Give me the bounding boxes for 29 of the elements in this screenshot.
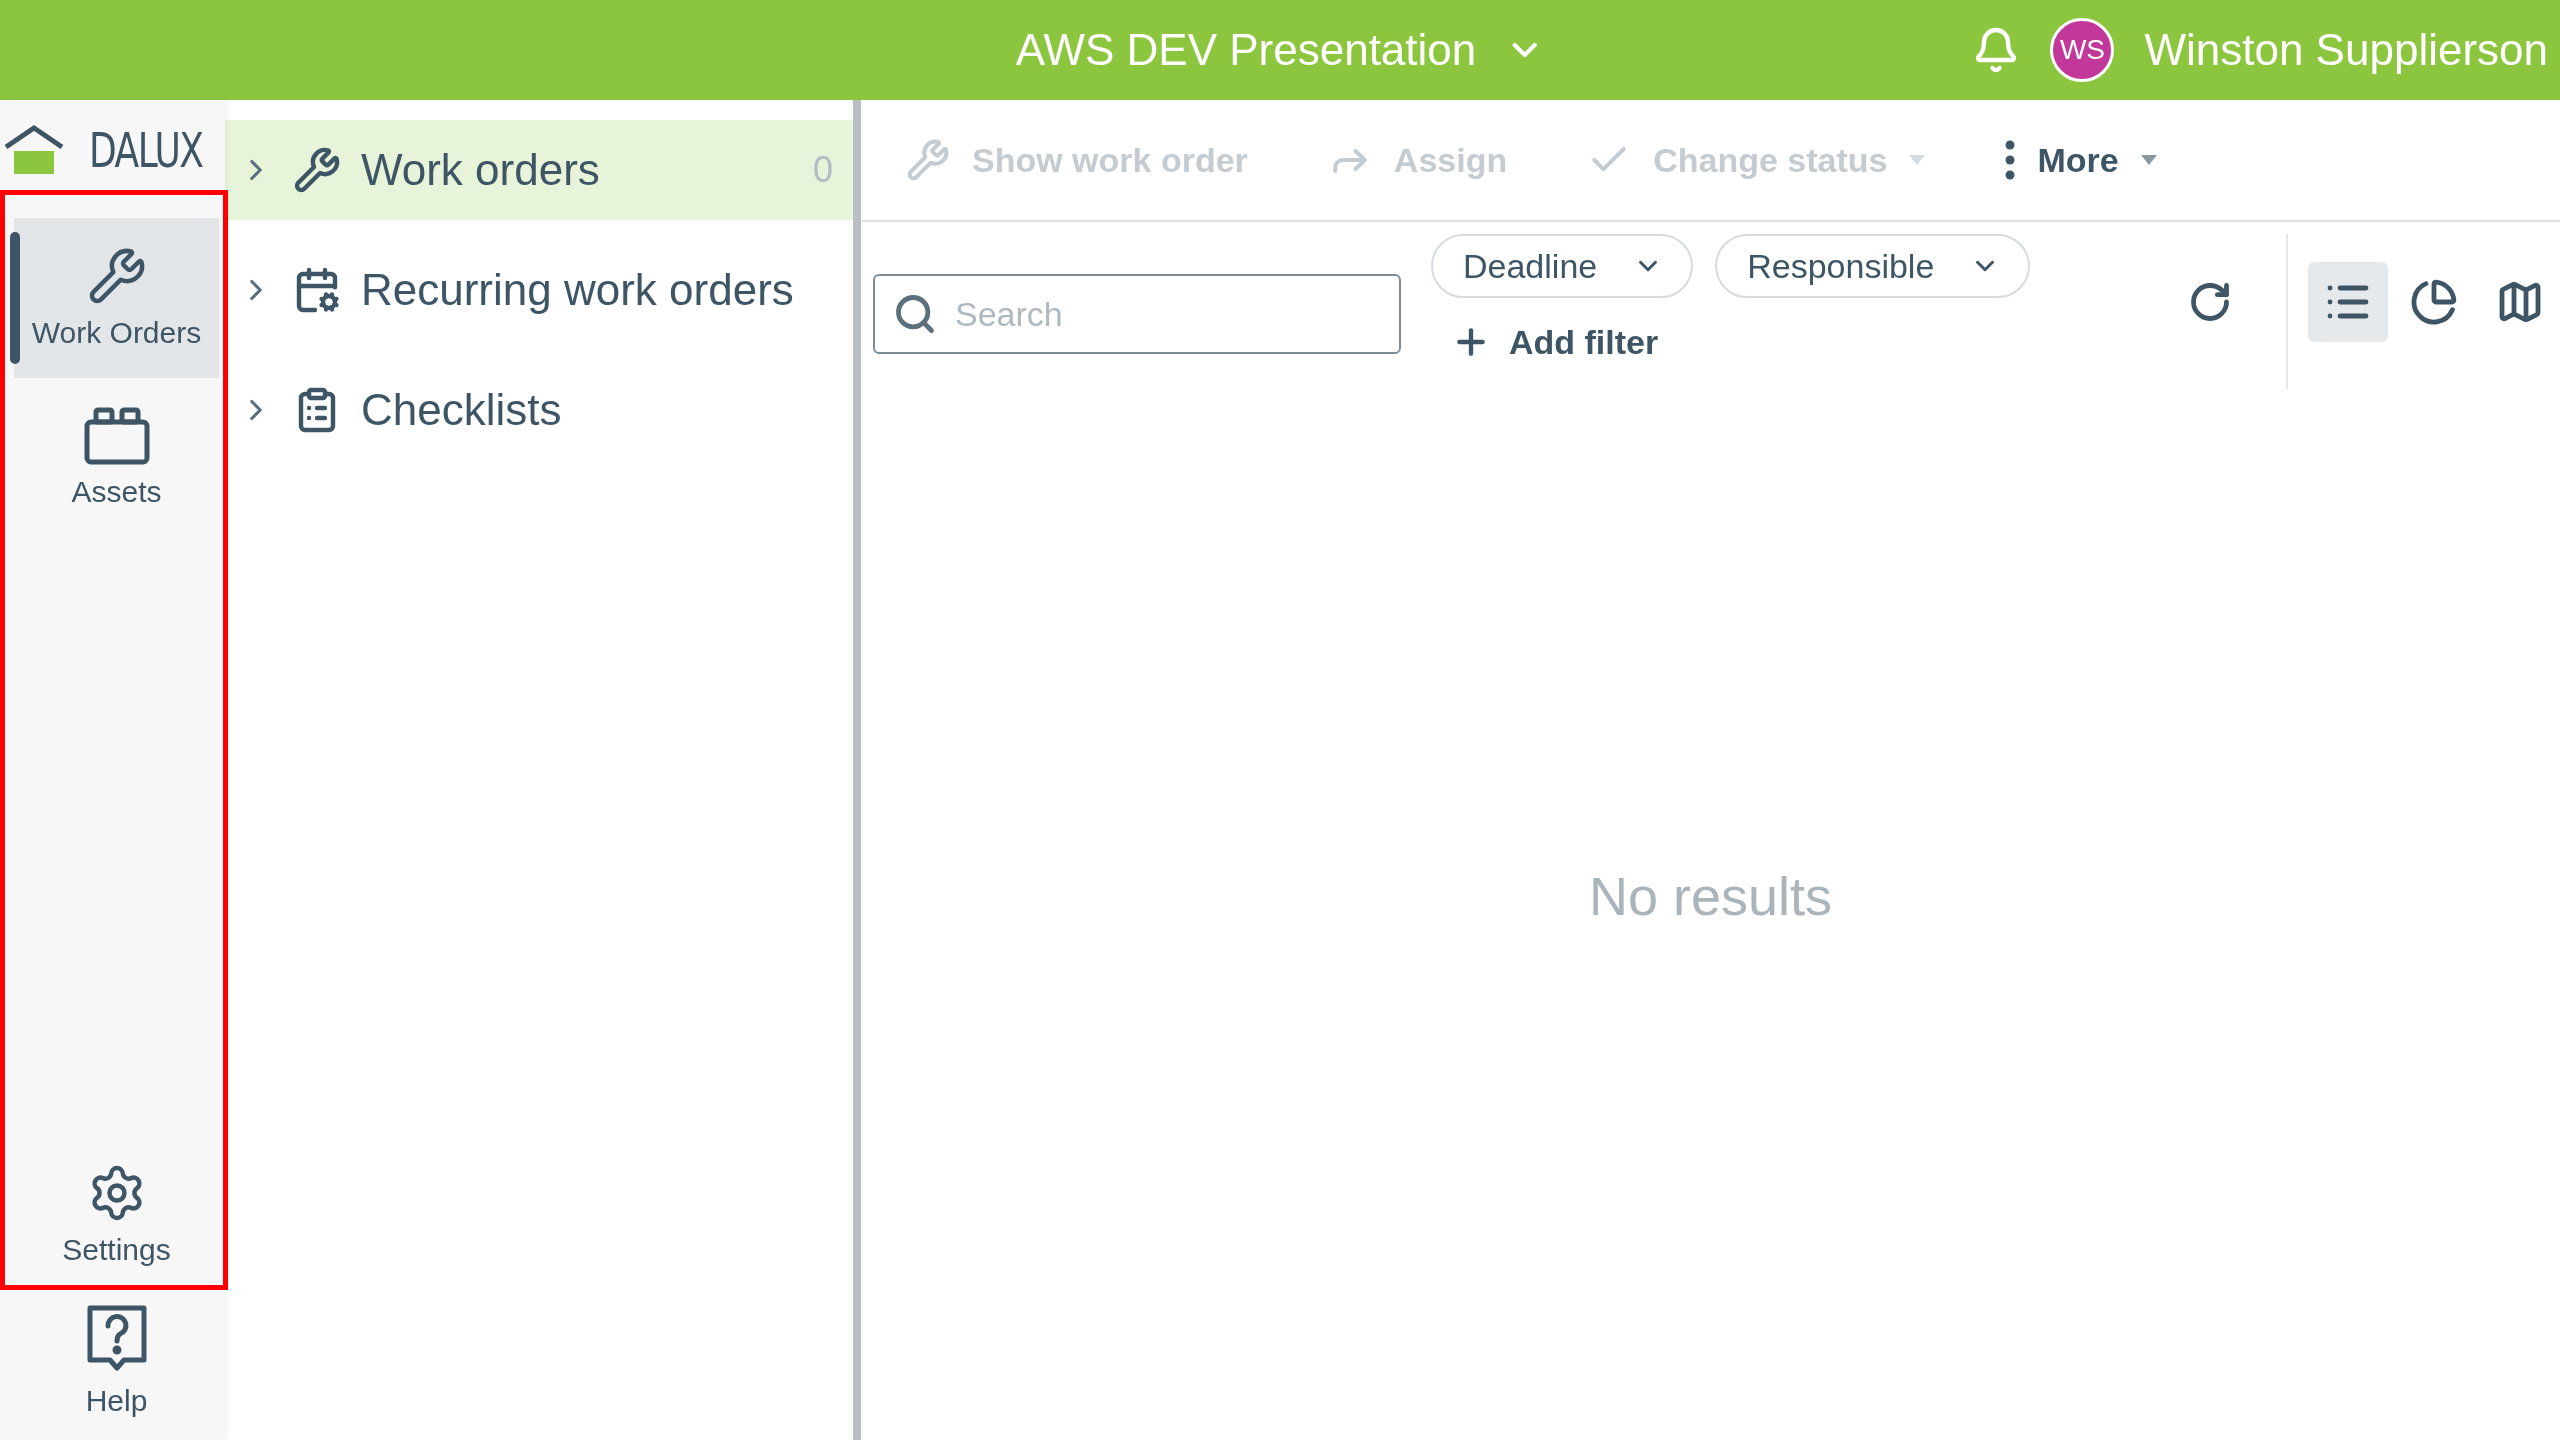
rail-item[interactable]: Help xyxy=(14,1288,219,1434)
nav-label: Checklists xyxy=(361,385,562,435)
filter-dropdown[interactable]: Responsible xyxy=(1715,234,2031,298)
filter-dropdown[interactable]: Deadline xyxy=(1431,234,1694,298)
nav-item[interactable]: Checklists xyxy=(225,360,853,460)
nav-label: Recurring work orders xyxy=(361,265,794,315)
view-toggle[interactable] xyxy=(2308,262,2388,342)
help-icon xyxy=(85,1304,148,1374)
rail-item[interactable]: Assets xyxy=(14,378,219,538)
wrench-icon xyxy=(293,146,341,194)
item-count: 0 xyxy=(812,149,833,191)
logo-text: DALUX xyxy=(88,122,203,178)
refresh-icon xyxy=(2188,280,2232,324)
nav-item[interactable]: Work orders 0 xyxy=(225,120,853,220)
empty-message: No results xyxy=(1588,865,1833,927)
user-name: Winston Supplierson xyxy=(2144,25,2548,75)
nav-item[interactable]: Recurring work orders xyxy=(225,240,853,340)
pie-chart-icon xyxy=(2410,278,2458,326)
assets-icon xyxy=(83,407,150,465)
rail-item[interactable]: Settings xyxy=(14,1142,219,1288)
nav-label: Work orders xyxy=(361,145,600,195)
more-icon xyxy=(2005,140,2016,180)
search-icon xyxy=(893,292,937,336)
toolbar-button[interactable]: More xyxy=(2005,140,2157,180)
wrench-icon xyxy=(906,138,950,182)
add-filter-button[interactable]: Add filter xyxy=(1431,312,2031,372)
logo-icon xyxy=(3,125,64,175)
search-field[interactable]: Search xyxy=(873,274,1401,354)
user-avatar[interactable]: WS xyxy=(2050,18,2115,82)
